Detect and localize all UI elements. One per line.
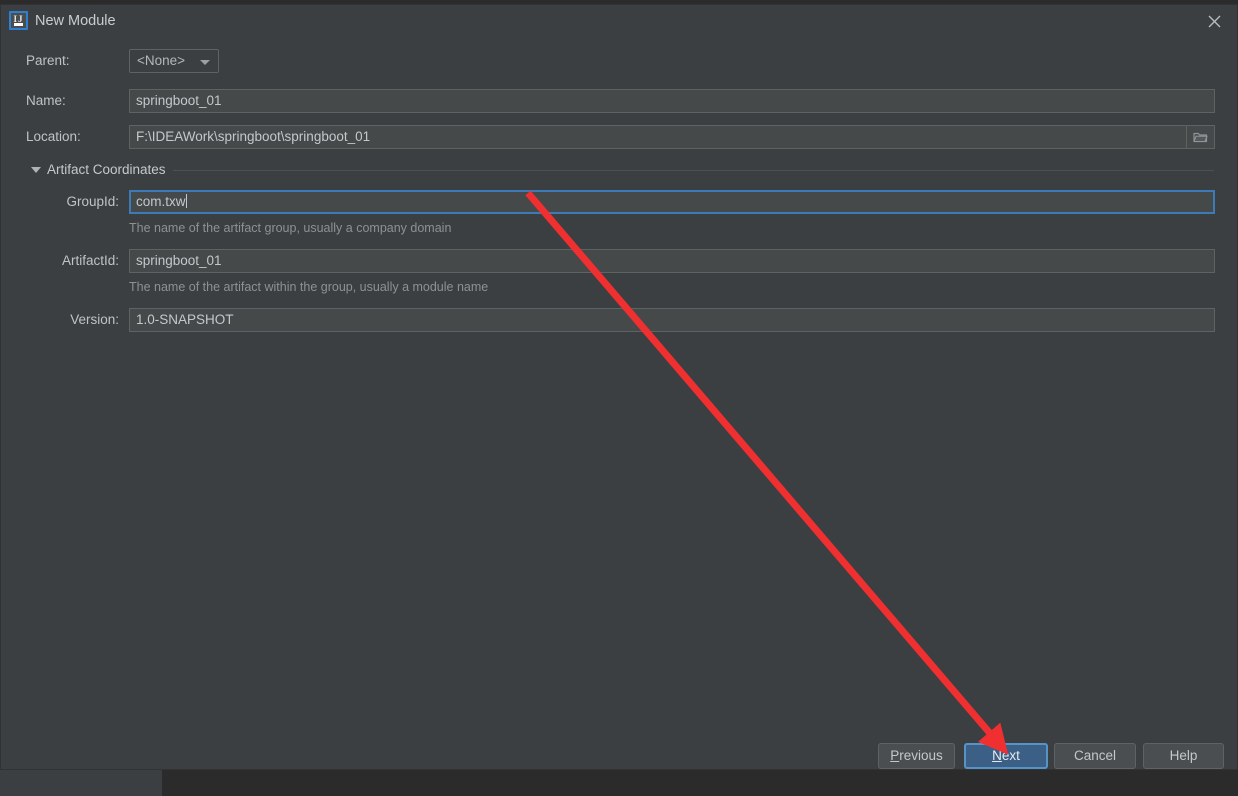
help-button-label: Help (1169, 748, 1198, 763)
folder-icon[interactable] (1186, 126, 1214, 148)
location-input-value: F:\IDEAWork\springboot\springboot_01 (136, 129, 371, 144)
previous-button[interactable]: Previous (878, 743, 955, 769)
parent-dropdown-value: <None> (137, 53, 186, 68)
artifact-id-input[interactable]: springboot_01 (129, 249, 1215, 273)
name-input[interactable]: springboot_01 (129, 89, 1215, 113)
group-id-label: GroupId: (66, 194, 119, 209)
location-input[interactable]: F:\IDEAWork\springboot\springboot_01 (129, 125, 1215, 149)
name-row: Name: springboot_01 (1, 89, 1237, 113)
artifact-id-hint: The name of the artifact within the grou… (129, 280, 489, 294)
close-icon[interactable] (1201, 9, 1227, 33)
chevron-down-icon (200, 60, 210, 65)
folder-icon-glyph (1193, 132, 1208, 143)
next-button-mnemonic: N (992, 748, 1002, 763)
parent-dropdown[interactable]: <None> (129, 49, 219, 73)
previous-button-label: revious (899, 748, 943, 763)
group-id-row: GroupId: com.txw (1, 190, 1237, 214)
version-input[interactable]: 1.0-SNAPSHOT (129, 308, 1215, 332)
location-row: Location: F:\IDEAWork\springboot\springb… (1, 125, 1237, 149)
cancel-button[interactable]: Cancel (1054, 743, 1136, 769)
group-id-input[interactable]: com.txw (129, 190, 1215, 214)
version-label: Version: (70, 312, 119, 327)
group-id-input-value: com.txw (136, 194, 186, 209)
name-input-value: springboot_01 (136, 93, 222, 108)
cancel-button-label: Cancel (1073, 748, 1117, 763)
close-icon-glyph (1208, 15, 1220, 28)
parent-row: Parent: <None> (1, 49, 1237, 73)
dialog-title: New Module (35, 13, 116, 29)
intellij-idea-icon-bar (14, 23, 23, 26)
group-id-hint: The name of the artifact group, usually … (129, 221, 452, 235)
parent-label: Parent: (26, 53, 70, 68)
artifact-id-input-value: springboot_01 (136, 253, 222, 268)
triangle-down-icon[interactable] (31, 167, 41, 173)
version-row: Version: 1.0-SNAPSHOT (1, 308, 1237, 332)
dialog-titlebar: IJ New Module (1, 5, 1237, 37)
backdrop-left-pane (0, 770, 162, 796)
artifact-id-row: ArtifactId: springboot_01 (1, 249, 1237, 273)
new-module-dialog: IJ New Module Parent: <None> Name: sprin… (0, 4, 1238, 770)
artifact-id-label: ArtifactId: (61, 253, 119, 268)
help-button[interactable]: Help (1143, 743, 1224, 769)
next-button-label: ext (1001, 748, 1020, 763)
next-button[interactable]: Next (964, 743, 1048, 769)
text-caret (185, 194, 187, 208)
section-divider (173, 170, 1214, 171)
artifact-coordinates-title: Artifact Coordinates (47, 162, 166, 177)
name-label: Name: (26, 93, 66, 108)
artifact-coordinates-section-header[interactable]: Artifact Coordinates (1, 161, 1237, 179)
previous-button-mnemonic: P (890, 748, 900, 763)
location-label: Location: (26, 129, 81, 144)
intellij-idea-icon: IJ (9, 11, 28, 30)
version-input-value: 1.0-SNAPSHOT (136, 312, 234, 327)
